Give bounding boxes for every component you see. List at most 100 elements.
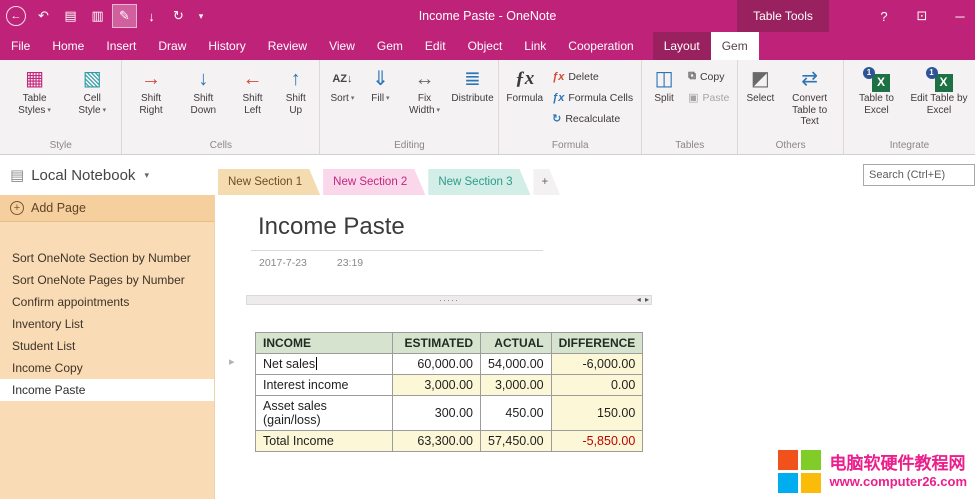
page-item[interactable]: Sort OneNote Pages by Number xyxy=(0,269,214,291)
table-cell[interactable]: 54,000.00 xyxy=(481,354,552,375)
tab-cooperation[interactable]: Cooperation xyxy=(557,32,644,60)
table-cell[interactable]: 450.00 xyxy=(481,396,552,431)
table-cell[interactable]: 3,000.00 xyxy=(393,375,481,396)
add-page-button[interactable]: + Add Page xyxy=(0,195,214,222)
shift-right-button[interactable]: → Shift Right xyxy=(126,63,175,116)
notebook-nav-row: ▤ Local Notebook ▾ New Section 1 New Sec… xyxy=(0,155,975,195)
tab-gem[interactable]: Gem xyxy=(366,32,414,60)
page-title[interactable]: Income Paste xyxy=(258,213,405,241)
page-datetime: 2017-7-23 23:19 xyxy=(259,257,363,269)
text-cursor xyxy=(316,357,317,370)
copy-icon: ⧉ xyxy=(688,70,696,83)
table-cell[interactable]: -5,850.00 xyxy=(551,431,643,452)
paragraph-handle[interactable]: ▸ xyxy=(229,355,235,368)
sort-button[interactable]: AZ↓ Sort▾ xyxy=(324,63,360,105)
header-actual[interactable]: ACTUAL xyxy=(481,333,552,354)
table-cell[interactable]: Asset sales (gain/loss) xyxy=(256,396,393,431)
table-to-excel-button[interactable]: 1 X Table to Excel xyxy=(848,63,905,116)
distribute-button[interactable]: ≣ Distribute xyxy=(451,63,495,105)
page-item[interactable]: Sort OneNote Section by Number xyxy=(0,247,214,269)
table-cell[interactable]: Interest income xyxy=(256,375,393,396)
button-label: Copy xyxy=(700,71,725,83)
table-cell[interactable]: Total Income xyxy=(256,431,393,452)
edit-table-by-excel-button[interactable]: 1 X Edit Table by Excel xyxy=(907,63,971,116)
tab-layout[interactable]: Layout xyxy=(653,32,711,60)
undo-button[interactable]: ↶ xyxy=(31,4,56,28)
table-cell[interactable]: 150.00 xyxy=(551,396,643,431)
notes-list-icon[interactable]: ▥ xyxy=(85,4,110,28)
help-button[interactable]: ? xyxy=(875,4,893,28)
fill-button[interactable]: ⇓ Fill▾ xyxy=(362,63,398,105)
header-estimated[interactable]: ESTIMATED xyxy=(393,333,481,354)
table-cell[interactable]: 3,000.00 xyxy=(481,375,552,396)
delete-formula-button[interactable]: ƒx Delete xyxy=(548,67,637,86)
shift-up-icon: ↑ xyxy=(291,65,301,93)
header-income[interactable]: INCOME xyxy=(256,333,393,354)
minimize-button[interactable]: ─ xyxy=(951,4,969,28)
document-icon[interactable]: ▤ xyxy=(58,4,83,28)
tab-view[interactable]: View xyxy=(318,32,366,60)
section-tab-1[interactable]: New Section 1 xyxy=(218,169,320,195)
tab-file[interactable]: File xyxy=(0,32,41,60)
tab-edit[interactable]: Edit xyxy=(414,32,457,60)
formula-cells-button[interactable]: ƒx Formula Cells xyxy=(548,88,637,107)
button-label: Sort xyxy=(330,93,348,104)
save-button[interactable]: ↓ xyxy=(139,4,164,28)
button-label: Shift Down xyxy=(191,93,217,116)
cell-style-button[interactable]: ▧ Cell Style▾ xyxy=(67,63,117,116)
button-label: Select xyxy=(746,93,774,104)
table-cell[interactable]: Net sales xyxy=(256,354,393,375)
copy-table-button[interactable]: ⧉ Copy xyxy=(684,67,733,86)
add-section-button[interactable]: + xyxy=(533,169,560,195)
paste-table-button[interactable]: ▣ Paste xyxy=(684,88,733,107)
ribbon-display-options-button[interactable]: ⊡ xyxy=(913,4,931,28)
tab-review[interactable]: Review xyxy=(257,32,318,60)
section-tab-3[interactable]: New Section 3 xyxy=(428,169,530,195)
recalculate-button[interactable]: ↻ Recalculate xyxy=(548,109,637,128)
page-item[interactable]: Confirm appointments xyxy=(0,291,214,313)
page-item-selected[interactable]: Income Paste xyxy=(0,379,214,401)
convert-table-to-text-button[interactable]: ⇄ Convert Table to Text xyxy=(780,63,839,128)
table-cell[interactable]: 0.00 xyxy=(551,375,643,396)
search-input[interactable] xyxy=(863,164,975,186)
tab-history[interactable]: History xyxy=(197,32,256,60)
logo-square-red xyxy=(778,450,798,470)
tab-object[interactable]: Object xyxy=(457,32,514,60)
page-item[interactable]: Student List xyxy=(0,335,214,357)
table-row: Net sales 60,000.00 54,000.00 -6,000.00 xyxy=(256,354,643,375)
shift-down-button[interactable]: ↓ Shift Down xyxy=(178,63,229,116)
select-button[interactable]: ◩ Select xyxy=(742,63,778,105)
table-cell[interactable]: 57,450.00 xyxy=(481,431,552,452)
shift-up-button[interactable]: ↑ Shift Up xyxy=(276,63,315,116)
header-difference[interactable]: DIFFERENCE xyxy=(551,333,643,354)
table-styles-button[interactable]: ▦ Table Styles▾ xyxy=(4,63,65,116)
formula-button[interactable]: ƒx Formula xyxy=(503,63,546,105)
sync-button[interactable]: ↻ xyxy=(166,4,191,28)
fix-width-button[interactable]: ↔ Fix Width▾ xyxy=(400,63,448,116)
back-button[interactable]: ← xyxy=(6,6,26,26)
table-cell[interactable]: 60,000.00 xyxy=(393,354,481,375)
table-tools-contextual-header: Table Tools xyxy=(737,0,829,32)
customize-quick-access-icon[interactable]: ▾ xyxy=(193,4,209,28)
tab-draw[interactable]: Draw xyxy=(147,32,197,60)
page-item[interactable]: Income Copy xyxy=(0,357,214,379)
tab-link[interactable]: Link xyxy=(513,32,557,60)
notebook-selector[interactable]: ▤ Local Notebook ▾ xyxy=(10,155,149,195)
titlebar-controls: ? ⊡ ─ xyxy=(875,0,969,32)
section-tab-2[interactable]: New Section 2 xyxy=(323,169,425,195)
ribbon-group-style: ▦ Table Styles▾ ▧ Cell Style▾ Style xyxy=(0,60,121,154)
tab-home[interactable]: Home xyxy=(41,32,95,60)
table-cell[interactable]: 300.00 xyxy=(393,396,481,431)
pin-note-button[interactable]: ✎ xyxy=(112,4,137,28)
table-cell[interactable]: -6,000.00 xyxy=(551,354,643,375)
tab-gem-contextual[interactable]: Gem xyxy=(711,32,759,60)
page-item[interactable]: Inventory List xyxy=(0,313,214,335)
table-cell[interactable]: 63,300.00 xyxy=(393,431,481,452)
split-button[interactable]: ◫ Split xyxy=(646,63,682,105)
horizontal-resize-icon[interactable]: ◂ ▸ xyxy=(637,295,650,304)
sort-icon: AZ↓ xyxy=(332,65,352,93)
table-move-handle[interactable]: ····· ◂ ▸ xyxy=(246,295,652,305)
button-label: Distribute xyxy=(451,93,493,104)
tab-insert[interactable]: Insert xyxy=(95,32,147,60)
shift-left-button[interactable]: ← Shift Left xyxy=(231,63,274,116)
